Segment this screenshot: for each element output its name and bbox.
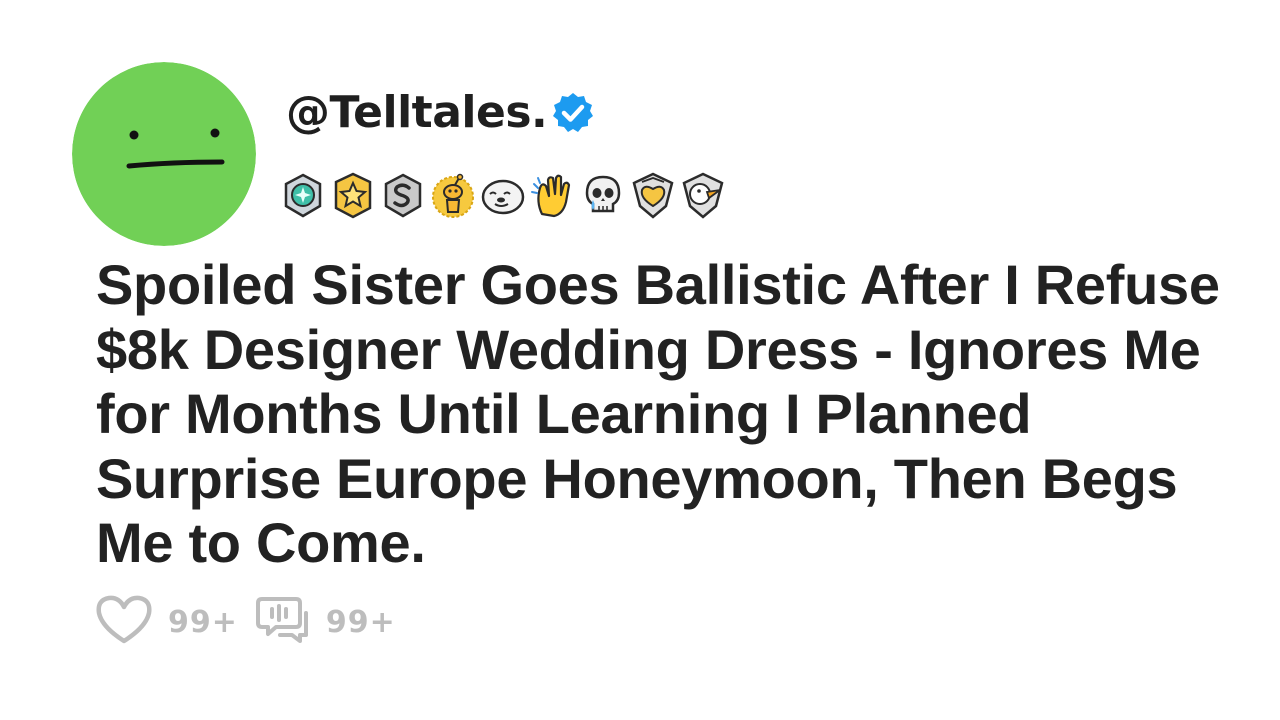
comment-icon[interactable] xyxy=(254,593,312,652)
engagement-bar: 99+ 99+ xyxy=(94,594,412,650)
user-info: @Telltales. xyxy=(286,80,595,146)
story-post-card: @Telltales. Spoiled Sister Goes Ballisti… xyxy=(0,0,1280,720)
gold-heart-badge-award-icon xyxy=(628,170,678,222)
gold-snoo-award-icon xyxy=(428,170,478,222)
username[interactable]: @Telltales. xyxy=(286,91,548,135)
clapping-hands-award-icon xyxy=(528,170,578,222)
gold-star-award-icon xyxy=(328,170,378,222)
bird-badge-award-icon xyxy=(678,170,728,222)
post-title[interactable]: Spoiled Sister Goes Ballistic After I Re… xyxy=(96,253,1246,576)
awards-row xyxy=(278,168,728,224)
neutral-face-avatar-icon xyxy=(72,62,256,246)
avatar[interactable] xyxy=(72,62,256,246)
seal-award-icon xyxy=(478,170,528,222)
verified-badge-icon xyxy=(551,91,595,135)
crying-skull-award-icon xyxy=(578,170,628,222)
likes-count: 99+ xyxy=(168,604,238,640)
silver-gem-award-icon xyxy=(278,170,328,222)
heart-icon[interactable] xyxy=(94,593,154,652)
comments-count: 99+ xyxy=(325,604,396,640)
silver-s-award-icon xyxy=(378,170,428,222)
